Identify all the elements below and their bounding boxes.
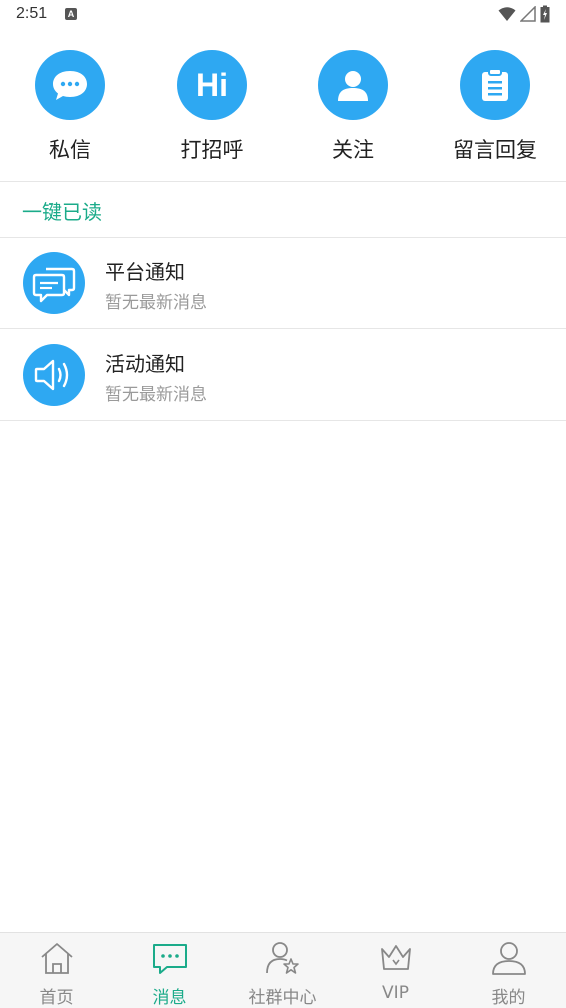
quick-action-label: 打招呼	[180, 138, 244, 162]
tab-vip[interactable]: VIP	[339, 933, 452, 1008]
divider	[0, 328, 566, 329]
private-message-circle	[35, 50, 105, 120]
wifi-icon	[498, 7, 516, 21]
notice-title: 活动通知	[105, 352, 185, 376]
status-bar: 2:51 A	[0, 0, 566, 30]
speaker-icon	[34, 359, 69, 391]
divider	[0, 181, 566, 182]
community-icon	[265, 942, 299, 974]
tab-label: 消息	[152, 988, 187, 1008]
chat-bubbles-icon	[32, 267, 76, 303]
quick-action-greet[interactable]: Hi 打招呼	[152, 50, 272, 164]
status-icons	[498, 5, 550, 23]
notice-subtitle: 暂无最新消息	[105, 293, 207, 313]
notice-subtitle: 暂无最新消息	[105, 385, 207, 405]
activity-notice-item[interactable]: 活动通知 暂无最新消息	[0, 330, 566, 420]
chat-bubble-icon	[53, 71, 87, 100]
quick-action-label: 留言回复	[453, 138, 537, 162]
tab-label: 我的	[491, 988, 526, 1008]
profile-icon	[491, 942, 526, 975]
home-icon	[40, 943, 73, 974]
quick-action-label: 关注	[332, 138, 374, 162]
platform-notice-item[interactable]: 平台通知 暂无最新消息	[0, 238, 566, 328]
hi-icon: Hi	[196, 66, 228, 103]
keyboard-indicator-icon: A	[65, 8, 77, 20]
quick-action-label: 私信	[49, 138, 91, 162]
tab-mine[interactable]: 我的	[452, 933, 565, 1008]
tab-label: 首页	[39, 988, 74, 1008]
person-icon	[338, 71, 368, 101]
greet-circle: Hi	[177, 50, 247, 120]
quick-action-message-reply[interactable]: 留言回复	[435, 50, 555, 164]
follow-circle	[318, 50, 388, 120]
message-icon	[152, 944, 187, 974]
mark-all-read-button[interactable]: 一键已读	[22, 196, 102, 225]
quick-actions: 私信 Hi 打招呼 关注 留言回复	[0, 50, 566, 180]
quick-action-follow[interactable]: 关注	[293, 50, 413, 164]
message-reply-circle	[460, 50, 530, 120]
tab-label: VIP	[382, 983, 409, 1003]
notice-title: 平台通知	[105, 260, 185, 284]
bottom-tab-bar: 首页 消息 社群中心 VIP 我的	[0, 932, 566, 1008]
tab-label: 社群中心	[248, 988, 317, 1008]
platform-notice-avatar	[23, 252, 85, 314]
divider	[0, 420, 566, 421]
tab-community-center[interactable]: 社群中心	[226, 933, 339, 1008]
quick-action-private-message[interactable]: 私信	[10, 50, 130, 164]
status-time: 2:51	[16, 5, 48, 22]
tab-messages[interactable]: 消息	[113, 933, 226, 1008]
activity-notice-avatar	[23, 344, 85, 406]
tab-home[interactable]: 首页	[0, 933, 113, 1008]
crown-icon	[380, 945, 411, 970]
signal-icon	[520, 6, 536, 22]
battery-charging-icon	[540, 5, 550, 23]
clipboard-icon	[482, 68, 508, 101]
